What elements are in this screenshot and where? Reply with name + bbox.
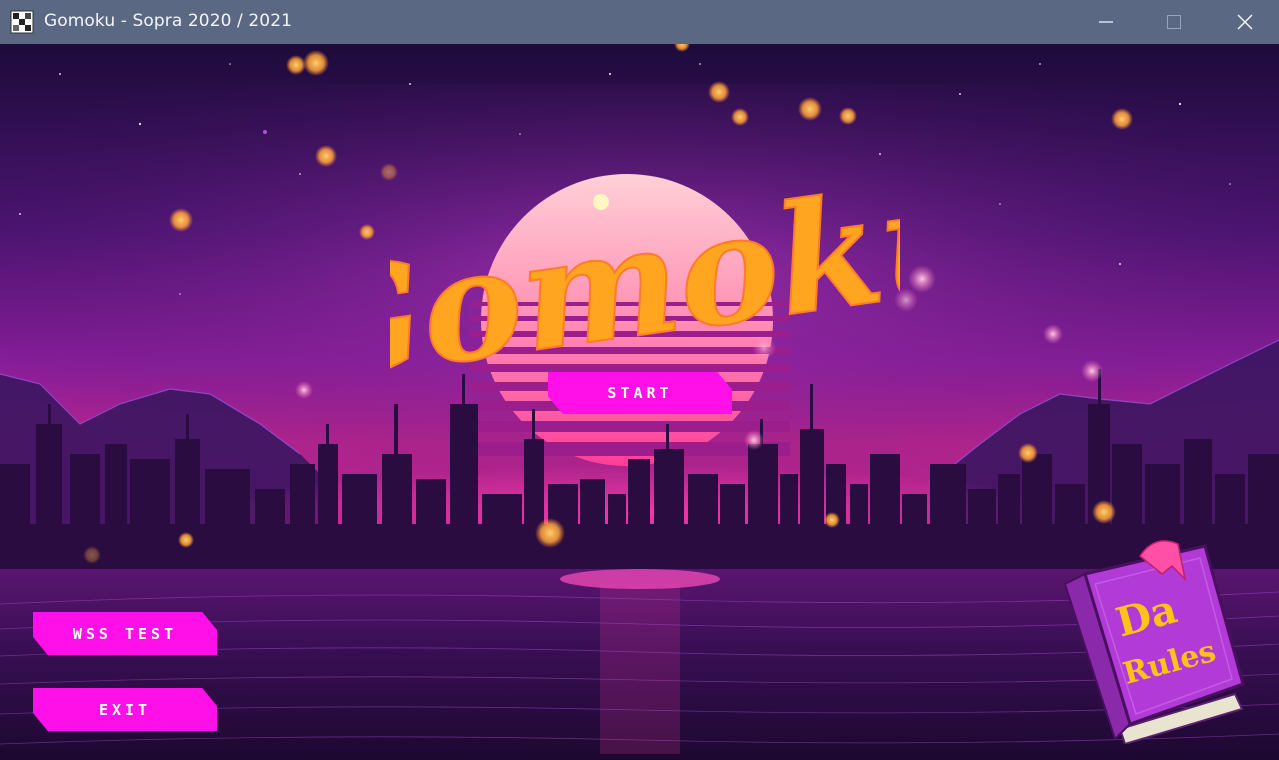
- window-title: Gomoku - Sopra 2020 / 2021: [44, 11, 293, 31]
- minimize-button[interactable]: [1083, 0, 1129, 44]
- maximize-icon: [1167, 15, 1181, 29]
- window-titlebar: Gomoku - Sopra 2020 / 2021: [0, 0, 1279, 44]
- main-menu-scene: Gomoku START WSS TEST EXIT Da Rules: [0, 44, 1279, 760]
- rules-book-icon[interactable]: Da Rules: [1060, 534, 1250, 744]
- app-icon: [10, 10, 34, 34]
- close-icon: [1237, 14, 1253, 30]
- wss-test-button[interactable]: WSS TEST: [33, 612, 217, 655]
- minimize-icon: [1099, 21, 1113, 23]
- start-button[interactable]: START: [548, 372, 732, 414]
- maximize-button[interactable]: [1151, 0, 1197, 44]
- exit-button[interactable]: EXIT: [33, 688, 217, 731]
- close-button[interactable]: [1222, 0, 1268, 44]
